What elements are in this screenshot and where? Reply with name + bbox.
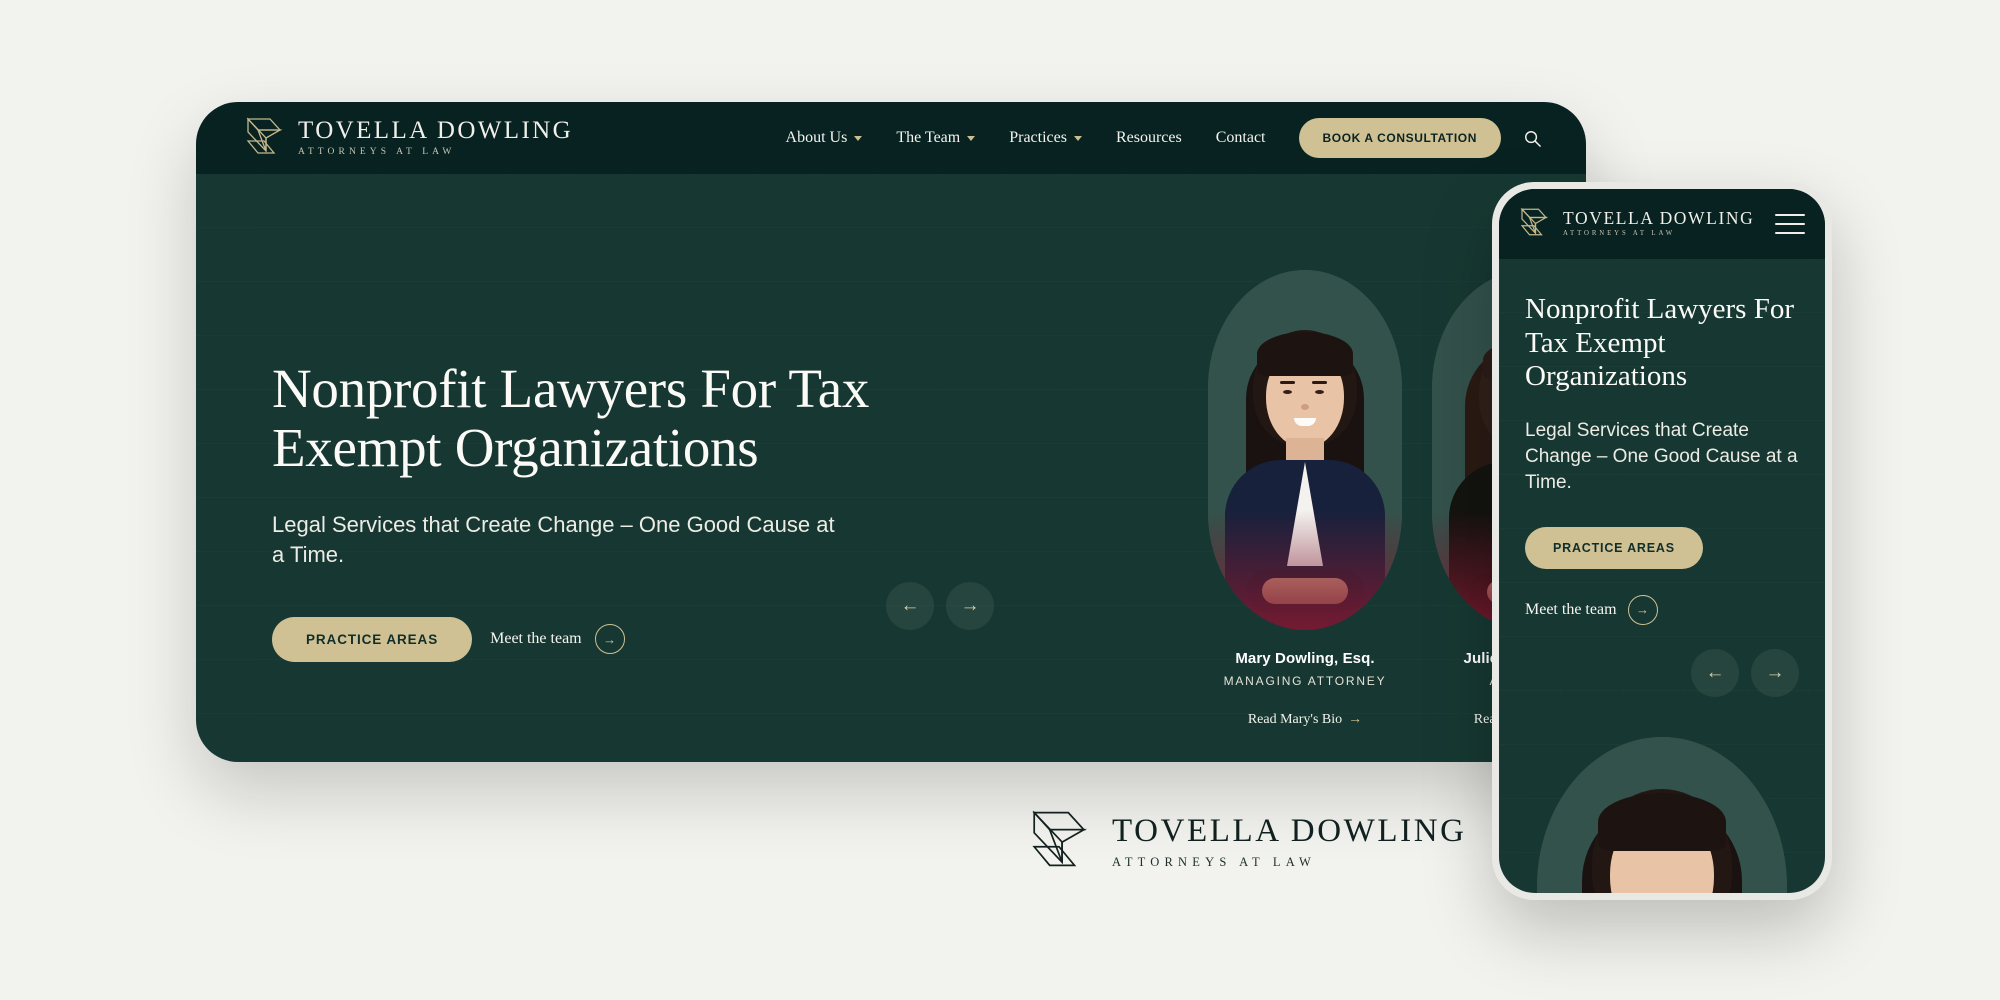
tovella-dowling-logo-icon — [1028, 806, 1090, 877]
attorney-bio-link[interactable]: Read Mary's Bio → — [1208, 712, 1402, 728]
arrow-right-icon: → — [1348, 712, 1363, 727]
nav-label: The Team — [896, 129, 961, 146]
chevron-down-icon — [854, 135, 863, 141]
meet-the-team-label: Meet the team — [1525, 600, 1617, 618]
tovella-dowling-logo-icon — [244, 115, 284, 162]
tovella-dowling-logo-icon — [1519, 206, 1549, 243]
phone-hero-section: Nonprofit Lawyers For Tax Exempt Organiz… — [1499, 259, 1825, 893]
nav-label: Practices — [1009, 129, 1067, 146]
hamburger-line — [1775, 214, 1805, 216]
nav-item-the-team[interactable]: The Team — [879, 129, 992, 147]
phone-hero-title: Nonprofit Lawyers For Tax Exempt Organiz… — [1525, 293, 1795, 393]
chevron-down-icon — [1073, 135, 1082, 141]
chevron-down-icon — [967, 135, 976, 141]
nav-label: About Us — [785, 129, 848, 146]
phone-hero-subtitle: Legal Services that Create Change – One … — [1525, 419, 1798, 494]
attorney-bio-label: Read Mary's Bio — [1247, 712, 1343, 727]
nav-item-contact[interactable]: Contact — [1199, 129, 1283, 147]
phone-carousel-next-button[interactable]: → — [1751, 648, 1799, 697]
phone-practice-areas-button[interactable]: PRACTICE AREAS — [1525, 526, 1703, 569]
phone-meet-the-team-link[interactable]: Meet the team → — [1525, 594, 1799, 625]
nav-item-resources[interactable]: Resources — [1099, 129, 1199, 147]
phone-hero-copy: Nonprofit Lawyers For Tax Exempt Organiz… — [1499, 259, 1825, 625]
hamburger-line — [1775, 223, 1805, 225]
attorney-name: Mary Dowling, Esq. — [1235, 650, 1375, 667]
desktop-hero-section: Nonprofit Lawyers For Tax Exempt Organiz… — [196, 174, 1586, 762]
meet-the-team-link[interactable]: Meet the team → — [490, 624, 625, 654]
meet-the-team-label: Meet the team — [490, 630, 582, 647]
phone-header: TOVELLA DOWLING ATTORNEYS AT LAW — [1499, 189, 1825, 259]
hamburger-line — [1775, 232, 1805, 234]
phone-mockup: TOVELLA DOWLING ATTORNEYS AT LAW Nonprof… — [1492, 182, 1832, 900]
attorney-role: MANAGING ATTORNEY — [1223, 674, 1387, 688]
phone-logo[interactable]: TOVELLA DOWLING ATTORNEYS AT LAW — [1519, 206, 1754, 243]
portrait-illustration — [1537, 737, 1787, 893]
logo-wordmark: TOVELLA DOWLING — [298, 117, 574, 145]
hero-copy-block: Nonprofit Lawyers For Tax Exempt Organiz… — [272, 359, 892, 662]
attorney-photo — [1208, 270, 1402, 630]
desktop-navigation: About Us The Team Practices Resources Co… — [769, 118, 1542, 158]
nav-label: Contact — [1215, 129, 1266, 146]
desktop-mockup: TOVELLA DOWLING ATTORNEYS AT LAW About U… — [196, 102, 1586, 762]
practice-areas-button[interactable]: PRACTICE AREAS — [272, 616, 473, 662]
phone-carousel-controls: ← → — [1499, 648, 1825, 697]
photo-gradient-overlay — [1208, 510, 1402, 630]
search-icon[interactable] — [1523, 129, 1542, 148]
nav-item-practices[interactable]: Practices — [992, 129, 1099, 147]
phone-carousel-prev-button[interactable]: ← — [1691, 648, 1739, 697]
carousel-next-button[interactable]: → — [946, 582, 994, 630]
desktop-header: TOVELLA DOWLING ATTORNEYS AT LAW About U… — [196, 102, 1586, 174]
book-a-consultation-button[interactable]: BOOK A CONSULTATION — [1298, 118, 1501, 158]
phone-attorney-photo[interactable] — [1537, 737, 1787, 893]
logo-tagline: ATTORNEYS AT LAW — [298, 147, 456, 158]
hero-subtitle: Legal Services that Create Change – One … — [272, 511, 835, 568]
logo-wordmark: TOVELLA DOWLING — [1563, 207, 1755, 228]
logo-tagline: ATTORNEYS AT LAW — [1563, 230, 1676, 238]
footer-logo-wordmark: TOVELLA DOWLING — [1112, 812, 1467, 849]
hero-carousel-controls: ← → — [886, 582, 994, 630]
hero-title: Nonprofit Lawyers For Tax Exempt Organiz… — [272, 358, 870, 479]
nav-label: Resources — [1115, 129, 1182, 146]
arrow-right-icon: → — [1627, 594, 1658, 625]
attorney-card[interactable]: Mary Dowling, Esq. MANAGING ATTORNEY Rea… — [1208, 270, 1402, 728]
phone-screen: TOVELLA DOWLING ATTORNEYS AT LAW Nonprof… — [1499, 189, 1825, 893]
hero-actions: PRACTICE AREAS Meet the team → — [272, 616, 892, 662]
nav-item-about-us[interactable]: About Us — [769, 129, 880, 147]
desktop-logo[interactable]: TOVELLA DOWLING ATTORNEYS AT LAW — [244, 115, 573, 162]
carousel-prev-button[interactable]: ← — [886, 582, 934, 630]
arrow-right-icon: → — [594, 624, 625, 654]
footer-logo: TOVELLA DOWLING ATTORNEYS AT LAW — [1028, 806, 1467, 877]
footer-logo-tagline: ATTORNEYS AT LAW — [1112, 854, 1316, 869]
hamburger-menu-icon[interactable] — [1775, 214, 1805, 234]
